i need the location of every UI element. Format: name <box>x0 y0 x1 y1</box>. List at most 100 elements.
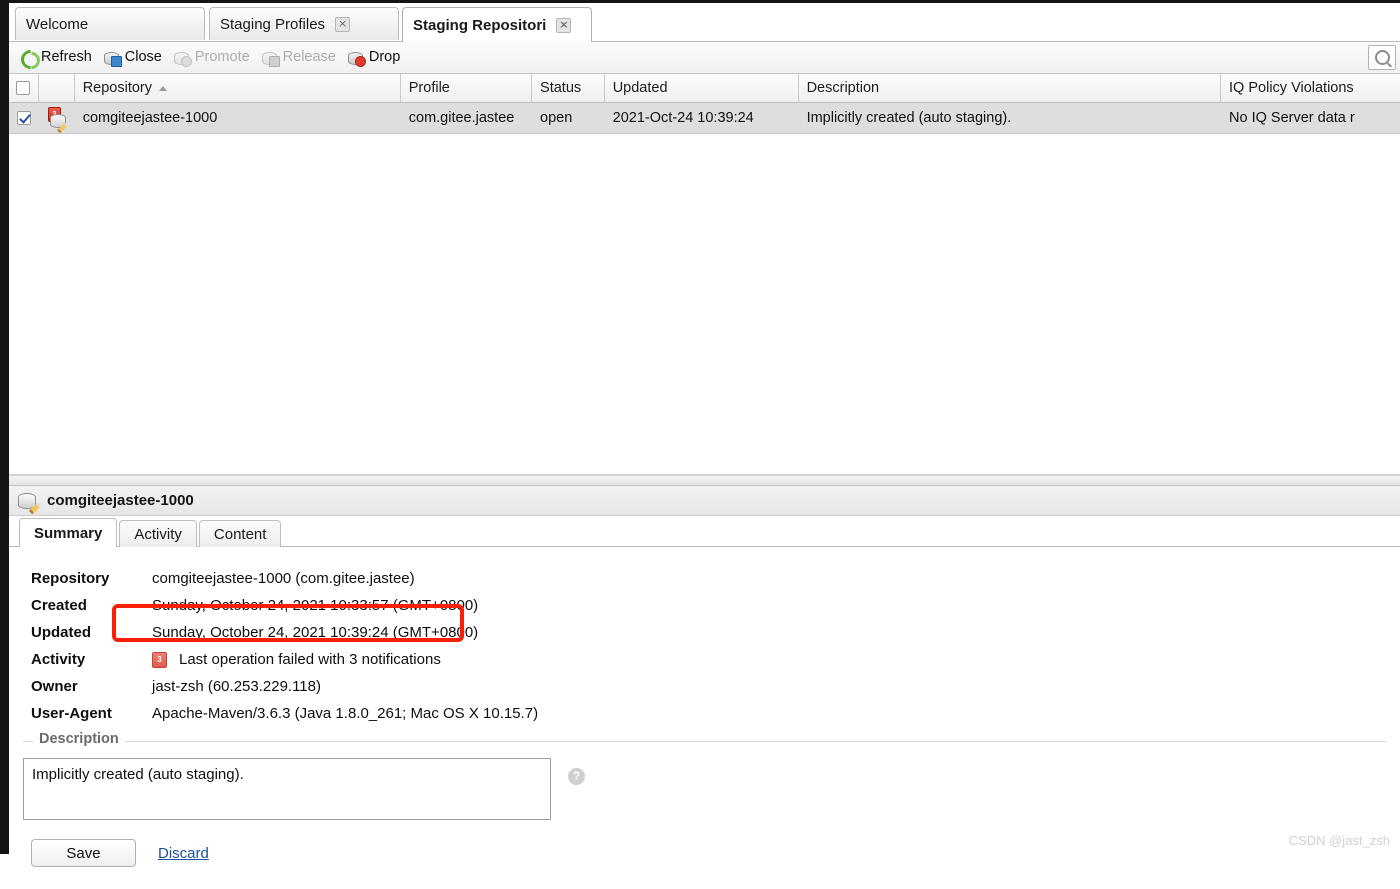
column-header-updated-label: Updated <box>613 80 668 96</box>
tab-staging-profiles[interactable]: Staging Profiles × <box>209 7 399 40</box>
row-icon-cell: 3 <box>39 103 75 133</box>
summary-row-user-agent: User-Agent Apache-Maven/3.6.3 (Java 1.8.… <box>31 700 1400 727</box>
summary-value-owner: jast-zsh (60.253.229.118) <box>152 678 321 695</box>
row-cell-status: open <box>532 103 605 133</box>
close-repo-button[interactable]: Close <box>101 47 168 68</box>
summary-value-repository: comgiteejastee-1000 (com.gitee.jastee) <box>152 570 415 587</box>
tab-staging-profiles-label: Staging Profiles <box>220 16 325 33</box>
promote-icon <box>174 49 191 66</box>
watermark: CSDN @jast_zsh <box>1289 833 1390 848</box>
close-repo-icon <box>104 49 121 66</box>
tab-content[interactable]: Content <box>199 520 282 547</box>
summary-row-updated: Updated Sunday, October 24, 2021 10:39:2… <box>31 619 1400 646</box>
row-cell-profile: com.gitee.jastee <box>401 103 532 133</box>
column-header-repository-label: Repository <box>83 80 152 96</box>
refresh-icon <box>20 49 37 66</box>
promote-button: Promote <box>171 47 256 68</box>
table-header-row: Repository Profile Status Updated Descri… <box>9 74 1400 103</box>
summary-key-user-agent: User-Agent <box>31 705 152 722</box>
summary-key-created: Created <box>31 597 152 614</box>
staging-toolbar: Refresh Close Promote Release Drop <box>9 42 1400 74</box>
activity-error-badge: 3 <box>152 652 167 668</box>
column-header-description[interactable]: Description <box>799 74 1221 102</box>
staging-repositories-table: Repository Profile Status Updated Descri… <box>9 74 1400 475</box>
repository-detail-panel: comgiteejastee-1000 Summary Activity Con… <box>9 486 1400 889</box>
drop-button[interactable]: Drop <box>345 47 406 68</box>
nexus-staging-app: Welcome Staging Profiles × Staging Repos… <box>9 3 1400 854</box>
help-icon[interactable]: ? <box>568 768 585 785</box>
description-group: Description ? <box>23 741 1386 823</box>
promote-button-label: Promote <box>195 50 250 65</box>
drop-button-label: Drop <box>369 50 400 65</box>
close-icon[interactable]: × <box>556 18 571 33</box>
description-legend: Description <box>33 731 125 747</box>
summary-row-repository: Repository comgiteejastee-1000 (com.gite… <box>31 565 1400 592</box>
sort-ascending-icon <box>159 86 167 91</box>
column-header-icon <box>39 74 75 102</box>
row-cell-description: Implicitly created (auto staging). <box>799 103 1221 133</box>
window-left-edge <box>0 0 9 854</box>
tab-staging-repositories-label: Staging Repositori <box>413 17 546 34</box>
panel-splitter[interactable] <box>9 475 1400 486</box>
column-header-profile[interactable]: Profile <box>401 74 532 102</box>
summary-value-updated: Sunday, October 24, 2021 10:39:24 (GMT+0… <box>152 624 478 641</box>
tab-content-label: Content <box>214 526 267 543</box>
detail-tab-bar: Summary Activity Content <box>9 516 1400 547</box>
column-header-status-label: Status <box>540 80 581 96</box>
summary-value-user-agent: Apache-Maven/3.6.3 (Java 1.8.0_261; Mac … <box>152 705 538 722</box>
row-select-cell[interactable] <box>9 103 39 133</box>
activity-message: Last operation failed with 3 notificatio… <box>179 651 441 668</box>
tab-staging-repositories[interactable]: Staging Repositori × <box>402 7 592 42</box>
column-header-iq-policy-violations-label: IQ Policy Violations <box>1229 80 1354 96</box>
summary-key-updated: Updated <box>31 624 152 641</box>
column-header-select-all[interactable] <box>9 74 39 102</box>
column-header-profile-label: Profile <box>409 80 450 96</box>
window-top-edge <box>0 0 1400 3</box>
tab-welcome[interactable]: Welcome <box>15 7 205 40</box>
tab-summary-label: Summary <box>34 525 102 542</box>
release-button-label: Release <box>283 50 336 65</box>
tab-summary[interactable]: Summary <box>19 518 117 547</box>
summary-row-created: Created Sunday, October 24, 2021 10:33:5… <box>31 592 1400 619</box>
search-input[interactable] <box>1368 45 1396 70</box>
detail-panel-header: comgiteejastee-1000 <box>9 486 1400 516</box>
close-repo-button-label: Close <box>125 50 162 65</box>
save-button[interactable]: Save <box>31 839 136 867</box>
drop-icon <box>348 49 365 66</box>
summary-value-created: Sunday, October 24, 2021 10:33:57 (GMT+0… <box>152 597 478 614</box>
summary-value-activity: 3 Last operation failed with 3 notificati… <box>152 651 441 668</box>
summary-key-owner: Owner <box>31 678 152 695</box>
release-icon <box>262 49 279 66</box>
repository-icon <box>18 491 40 511</box>
column-header-iq-policy-violations[interactable]: IQ Policy Violations <box>1221 74 1400 102</box>
close-icon[interactable]: × <box>335 17 350 32</box>
tab-activity[interactable]: Activity <box>119 520 197 547</box>
detail-panel-title: comgiteejastee-1000 <box>47 492 194 509</box>
release-button: Release <box>259 47 342 68</box>
repository-notification-icon: 3 <box>47 107 67 129</box>
row-cell-repository: comgiteejastee-1000 <box>75 103 401 133</box>
column-header-description-label: Description <box>807 80 880 96</box>
search-icon <box>1375 50 1390 65</box>
row-checkbox[interactable] <box>17 111 31 125</box>
row-cell-updated: 2021-Oct-24 10:39:24 <box>605 103 799 133</box>
row-cell-iq-policy-violations: No IQ Server data r <box>1221 103 1400 133</box>
column-header-status[interactable]: Status <box>532 74 605 102</box>
summary-row-owner: Owner jast-zsh (60.253.229.118) <box>31 673 1400 700</box>
discard-button[interactable]: Discard <box>158 845 209 862</box>
select-all-checkbox[interactable] <box>16 81 30 95</box>
tab-welcome-label: Welcome <box>26 16 88 33</box>
summary-list: Repository comgiteejastee-1000 (com.gite… <box>9 547 1400 727</box>
main-tab-bar: Welcome Staging Profiles × Staging Repos… <box>9 3 1400 42</box>
table-row[interactable]: 3 comgiteejastee-1000 com.gitee.jastee o… <box>9 103 1400 134</box>
column-header-repository[interactable]: Repository <box>75 74 401 102</box>
refresh-button[interactable]: Refresh <box>17 47 98 68</box>
description-actions: Save Discard <box>31 839 1400 867</box>
summary-row-activity: Activity 3 Last operation failed with 3 n… <box>31 646 1400 673</box>
description-textarea[interactable] <box>23 758 551 820</box>
summary-key-repository: Repository <box>31 570 152 587</box>
tab-activity-label: Activity <box>134 526 182 543</box>
refresh-button-label: Refresh <box>41 50 92 65</box>
summary-key-activity: Activity <box>31 651 152 668</box>
column-header-updated[interactable]: Updated <box>605 74 799 102</box>
